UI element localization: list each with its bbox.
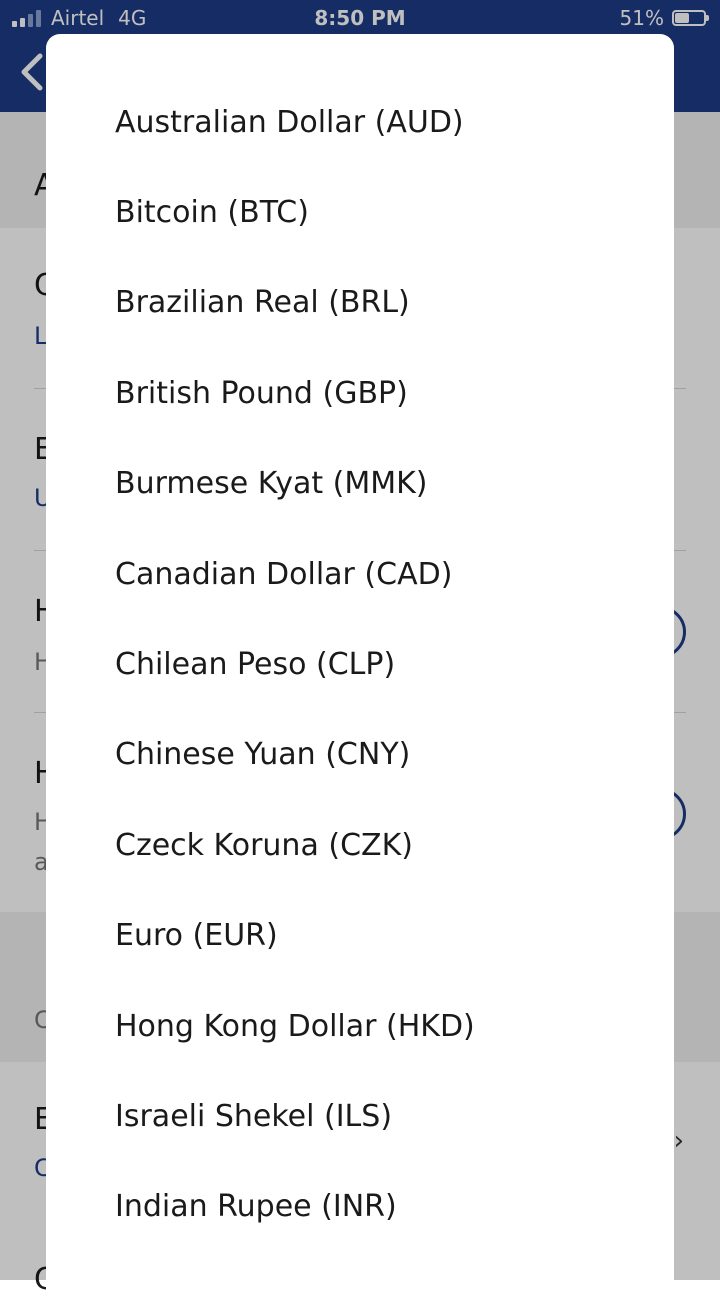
currency-picker-dialog: Australian Dollar (AUD) Bitcoin (BTC) Braz… (46, 34, 674, 1314)
currency-option[interactable]: Canadian Dollar (CAD) (46, 529, 674, 619)
currency-option[interactable]: Brazilian Real (BRL) (46, 258, 674, 348)
currency-option[interactable]: Chinese Yuan (CNY) (46, 710, 674, 800)
currency-option-list: Australian Dollar (AUD) Bitcoin (BTC) Braz… (46, 34, 674, 1252)
currency-option[interactable]: Hong Kong Dollar (HKD) (46, 981, 674, 1071)
currency-option[interactable]: Israeli Shekel (ILS) (46, 1071, 674, 1161)
currency-option[interactable]: Euro (EUR) (46, 891, 674, 981)
currency-option[interactable]: Indian Rupee (INR) (46, 1162, 674, 1252)
currency-option[interactable]: British Pound (GBP) (46, 348, 674, 438)
currency-option[interactable]: Australian Dollar (AUD) (46, 77, 674, 167)
currency-option[interactable]: Bitcoin (BTC) (46, 167, 674, 257)
currency-option[interactable]: Czeck Koruna (CZK) (46, 800, 674, 890)
currency-option[interactable]: Chilean Peso (CLP) (46, 619, 674, 709)
currency-option[interactable]: Burmese Kyat (MMK) (46, 439, 674, 529)
